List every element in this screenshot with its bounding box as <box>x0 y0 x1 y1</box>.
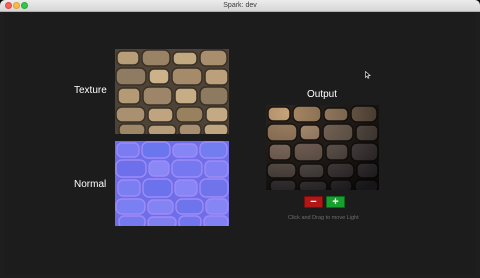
decrease-button[interactable]: − <box>304 196 323 208</box>
texture-label: Texture <box>74 85 107 96</box>
window-title: Spark: dev <box>223 2 257 9</box>
title-bar[interactable]: Spark: dev <box>0 0 480 12</box>
normal-map-image <box>115 141 229 226</box>
increase-button[interactable]: + <box>326 196 345 208</box>
normal-label: Normal <box>74 179 107 190</box>
light-hint-text: Click and Drag to move Light <box>288 215 359 221</box>
render-canvas[interactable] <box>4 13 476 274</box>
app-window: Spark: dev Texture Normal Output − + Cli… <box>0 0 480 278</box>
mouse-pointer-icon <box>365 66 372 84</box>
output-label: Output <box>307 89 338 100</box>
output-image[interactable] <box>266 105 379 190</box>
texture-image <box>115 49 229 134</box>
